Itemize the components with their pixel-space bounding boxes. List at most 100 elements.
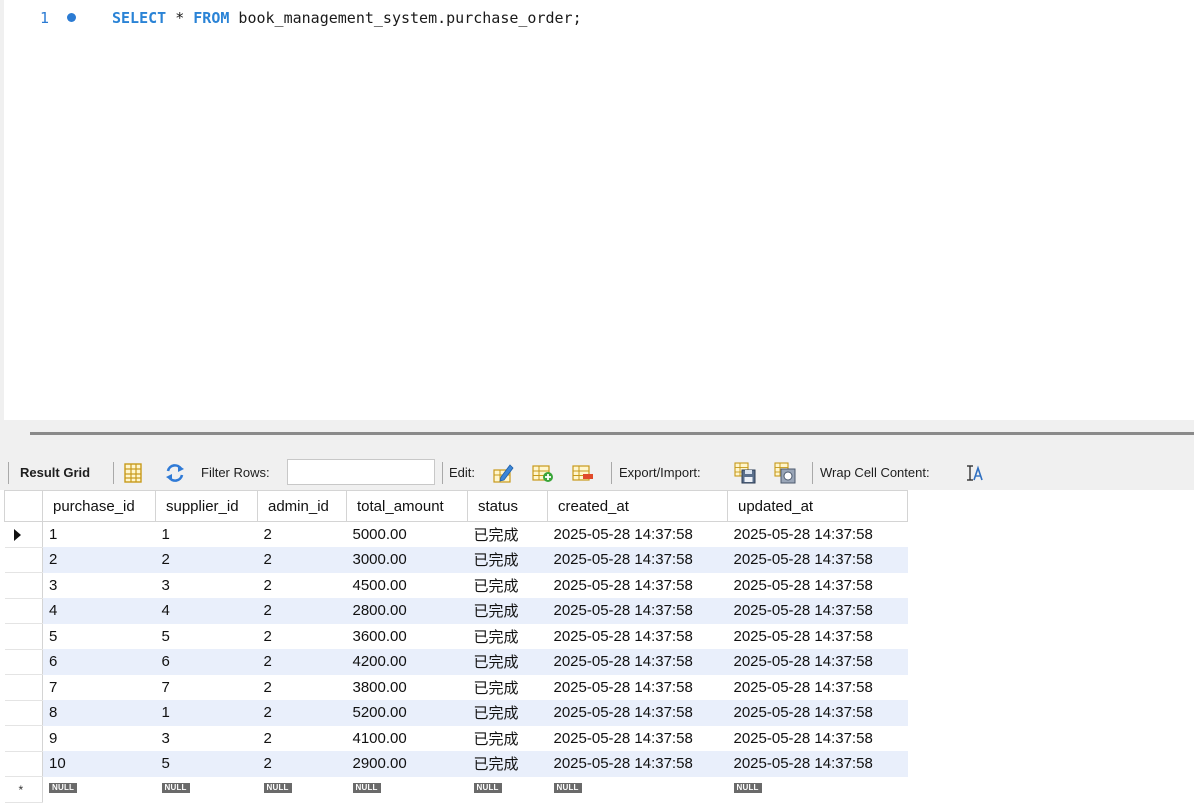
table-cell-supplier-id[interactable]: 6: [155, 649, 258, 675]
row-selector[interactable]: [4, 674, 43, 701]
row-selector[interactable]: [4, 649, 43, 675]
table-cell-created-at[interactable]: 2025-05-28 14:37:58: [548, 675, 728, 701]
table-cell-updated-at[interactable]: 2025-05-28 14:37:58: [727, 649, 908, 675]
import-icon[interactable]: [774, 462, 796, 484]
table-cell-admin-id[interactable]: 2: [257, 547, 347, 573]
table-cell-updated-at[interactable]: 2025-05-28 14:37:58: [728, 726, 908, 752]
column-header-purchase-id[interactable]: purchase_id: [42, 490, 156, 522]
table-row[interactable]: 3 3 2 4500.00 已完成 2025-05-28 14:37:58 2025-05-…: [4, 572, 908, 599]
table-cell-status[interactable]: 已完成: [467, 547, 548, 573]
table-cell-updated-at[interactable]: 2025-05-28 14:37:58: [727, 751, 908, 777]
table-cell-created-at[interactable]: 2025-05-28 14:37:58: [547, 649, 728, 675]
row-selector[interactable]: [4, 521, 43, 548]
table-cell-updated-at[interactable]: 2025-05-28 14:37:58: [727, 547, 908, 573]
table-cell-created-at[interactable]: 2025-05-28 14:37:58: [547, 598, 728, 624]
table-row[interactable]: 7 7 2 3800.00 已完成 2025-05-28 14:37:58 2025-05-…: [4, 674, 908, 701]
panel-splitter[interactable]: [0, 420, 1194, 456]
table-row[interactable]: 5 5 2 3600.00 已完成 2025-05-28 14:37:58 2025-05-…: [4, 623, 908, 650]
table-cell-status[interactable]: 已完成: [468, 624, 548, 650]
table-row[interactable]: 8 1 2 5200.00 已完成 2025-05-28 14:37:58 2025-05-…: [4, 700, 908, 726]
refresh-icon[interactable]: [164, 462, 186, 484]
new-row-cell-admin-id[interactable]: NULL: [257, 776, 347, 803]
table-cell-supplier-id[interactable]: 1: [155, 700, 258, 726]
table-cell-admin-id[interactable]: 2: [258, 726, 347, 752]
table-cell-total-amount[interactable]: 2900.00: [346, 751, 468, 777]
row-selector[interactable]: [4, 700, 43, 726]
table-cell-supplier-id[interactable]: 5: [155, 751, 258, 777]
new-row-cell-purchase-id[interactable]: NULL: [42, 776, 156, 803]
column-header-created-at[interactable]: created_at: [547, 490, 728, 522]
result-grid[interactable]: purchase_id supplier_id admin_id total_amou…: [4, 490, 1194, 806]
table-cell-admin-id[interactable]: 2: [258, 573, 347, 599]
table-cell-admin-id[interactable]: 2: [257, 598, 347, 624]
table-cell-supplier-id[interactable]: 4: [155, 598, 258, 624]
column-header-updated-at[interactable]: updated_at: [727, 490, 908, 522]
table-cell-total-amount[interactable]: 4200.00: [346, 649, 468, 675]
new-row-cell-created-at[interactable]: NULL: [547, 776, 728, 803]
add-row-icon[interactable]: [532, 462, 554, 484]
table-row[interactable]: 6 6 2 4200.00 已完成 2025-05-28 14:37:58 2025-05-…: [4, 649, 908, 675]
column-header-admin-id[interactable]: admin_id: [257, 490, 347, 522]
new-row-cell-status[interactable]: NULL: [467, 776, 548, 803]
sql-statement[interactable]: SELECT * FROM book_management_system.pur…: [112, 7, 582, 29]
splitter-handle[interactable]: [30, 432, 1194, 435]
table-cell-updated-at[interactable]: 2025-05-28 14:37:58: [728, 624, 908, 650]
table-cell-status[interactable]: 已完成: [468, 675, 548, 701]
table-row[interactable]: 10 5 2 2900.00 已完成 2025-05-28 14:37:58 2025-05…: [4, 751, 908, 777]
wrap-cell-icon[interactable]: [964, 462, 986, 484]
table-cell-updated-at[interactable]: 2025-05-28 14:37:58: [727, 700, 908, 726]
table-cell-total-amount[interactable]: 4100.00: [347, 726, 468, 752]
column-header-status[interactable]: status: [467, 490, 548, 522]
table-cell-admin-id[interactable]: 2: [257, 700, 347, 726]
table-cell-status[interactable]: 已完成: [467, 598, 548, 624]
row-selector[interactable]: [4, 751, 43, 777]
column-header-total-amount[interactable]: total_amount: [346, 490, 468, 522]
row-selector[interactable]: [4, 598, 43, 624]
table-cell-status[interactable]: 已完成: [467, 700, 548, 726]
table-cell-purchase-id[interactable]: 1: [43, 522, 156, 548]
table-cell-supplier-id[interactable]: 3: [156, 726, 258, 752]
new-row-cell-updated-at[interactable]: NULL: [727, 776, 908, 803]
table-cell-total-amount[interactable]: 3600.00: [347, 624, 468, 650]
new-row-cell-supplier-id[interactable]: NULL: [155, 776, 258, 803]
table-row[interactable]: 2 2 2 3000.00 已完成 2025-05-28 14:37:58 2025-05-…: [4, 547, 908, 573]
table-cell-admin-id[interactable]: 2: [258, 522, 347, 548]
table-row[interactable]: 9 3 2 4100.00 已完成 2025-05-28 14:37:58 2025-05-…: [4, 725, 908, 752]
table-cell-created-at[interactable]: 2025-05-28 14:37:58: [547, 700, 728, 726]
grid-view-icon[interactable]: [122, 462, 144, 484]
table-cell-total-amount[interactable]: 3000.00: [346, 547, 468, 573]
row-selector[interactable]: [4, 572, 43, 599]
table-cell-purchase-id[interactable]: 5: [43, 624, 156, 650]
table-cell-status[interactable]: 已完成: [468, 573, 548, 599]
table-cell-created-at[interactable]: 2025-05-28 14:37:58: [547, 751, 728, 777]
code-line-1[interactable]: 1 SELECT * FROM book_management_system.p…: [4, 7, 1194, 29]
table-cell-status[interactable]: 已完成: [468, 726, 548, 752]
table-cell-purchase-id[interactable]: 2: [42, 547, 156, 573]
filter-rows-input[interactable]: [287, 459, 435, 485]
table-cell-created-at[interactable]: 2025-05-28 14:37:58: [548, 522, 728, 548]
table-cell-admin-id[interactable]: 2: [258, 675, 347, 701]
table-cell-created-at[interactable]: 2025-05-28 14:37:58: [547, 547, 728, 573]
table-cell-updated-at[interactable]: 2025-05-28 14:37:58: [727, 598, 908, 624]
column-header-supplier-id[interactable]: supplier_id: [155, 490, 258, 522]
table-cell-supplier-id[interactable]: 2: [155, 547, 258, 573]
table-cell-admin-id[interactable]: 2: [258, 624, 347, 650]
table-cell-total-amount[interactable]: 5000.00: [347, 522, 468, 548]
table-cell-supplier-id[interactable]: 1: [156, 522, 258, 548]
edit-cell-icon[interactable]: [492, 462, 514, 484]
table-cell-purchase-id[interactable]: 8: [42, 700, 156, 726]
sql-editor[interactable]: 1 SELECT * FROM book_management_system.p…: [0, 0, 1194, 420]
table-row[interactable]: 4 4 2 2800.00 已完成 2025-05-28 14:37:58 2025-05-…: [4, 598, 908, 624]
table-cell-admin-id[interactable]: 2: [257, 751, 347, 777]
table-cell-purchase-id[interactable]: 6: [42, 649, 156, 675]
table-cell-created-at[interactable]: 2025-05-28 14:37:58: [548, 726, 728, 752]
table-cell-created-at[interactable]: 2025-05-28 14:37:58: [548, 624, 728, 650]
table-cell-status[interactable]: 已完成: [468, 522, 548, 548]
table-cell-admin-id[interactable]: 2: [257, 649, 347, 675]
table-cell-supplier-id[interactable]: 3: [156, 573, 258, 599]
row-selector[interactable]: [4, 725, 43, 752]
table-cell-total-amount[interactable]: 2800.00: [346, 598, 468, 624]
table-cell-purchase-id[interactable]: 4: [42, 598, 156, 624]
table-cell-purchase-id[interactable]: 3: [43, 573, 156, 599]
table-cell-purchase-id[interactable]: 10: [42, 751, 156, 777]
